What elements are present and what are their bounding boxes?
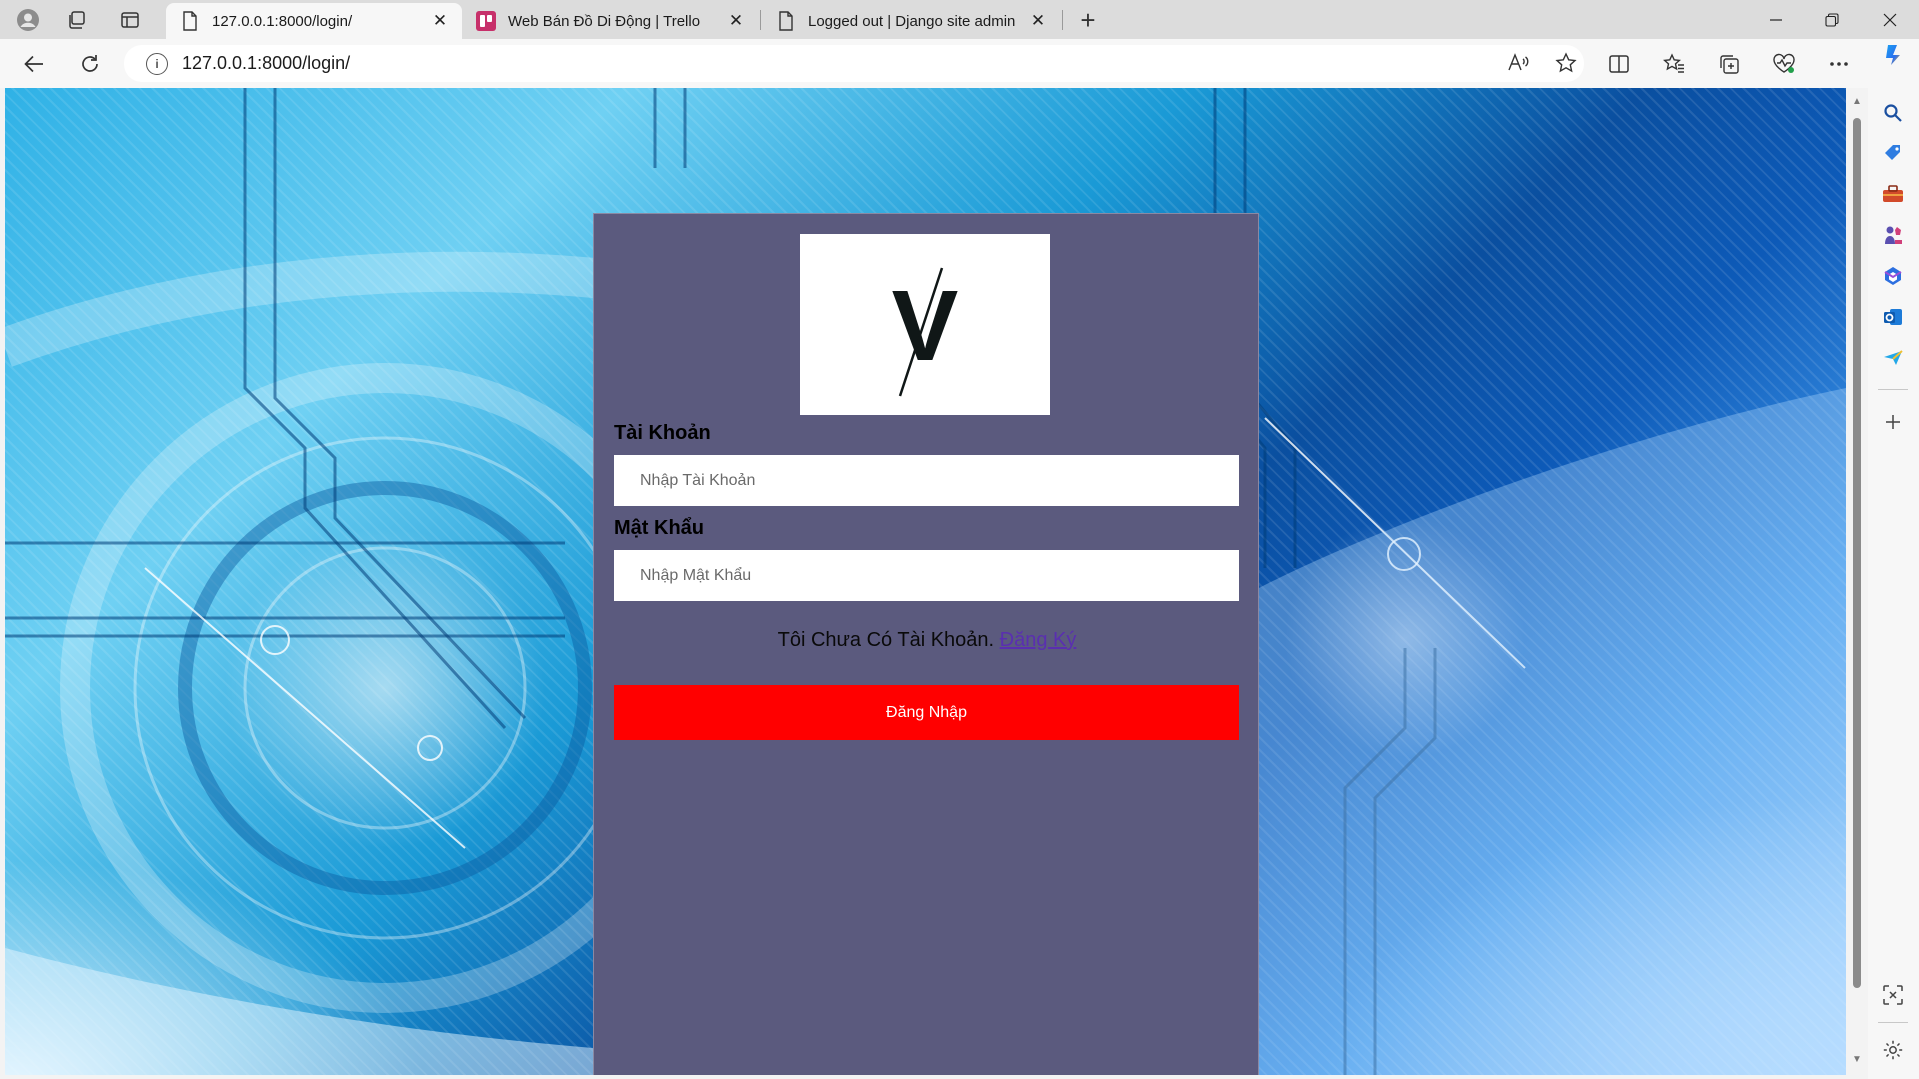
- copilot-icon[interactable]: [1877, 39, 1909, 71]
- microsoft-365-icon[interactable]: [1877, 260, 1909, 292]
- login-card: V Tài Khoản Mật Khẩu Tôi Chưa Có Tài Kho…: [593, 213, 1259, 1075]
- scroll-down-arrow-icon[interactable]: ▼: [1851, 1054, 1863, 1066]
- profile-icon[interactable]: [14, 6, 42, 34]
- browser-essentials-icon[interactable]: [1768, 48, 1800, 80]
- logo: V: [800, 234, 1050, 415]
- games-chess-icon[interactable]: [1877, 219, 1909, 251]
- trello-icon: [476, 11, 496, 31]
- scroll-up-arrow-icon[interactable]: ▲: [1851, 96, 1863, 108]
- tab-separator: [1062, 10, 1063, 30]
- svg-text:V: V: [892, 270, 959, 382]
- page-viewport: V Tài Khoản Mật Khẩu Tôi Chưa Có Tài Kho…: [5, 88, 1846, 1075]
- username-input[interactable]: [614, 455, 1239, 506]
- page-scrollbar[interactable]: ▲ ▼: [1846, 88, 1868, 1075]
- tab-separator: [760, 10, 761, 30]
- add-sidebar-app-icon[interactable]: [1877, 406, 1909, 438]
- close-window-button[interactable]: [1862, 0, 1918, 39]
- split-screen-icon[interactable]: [1603, 48, 1635, 80]
- scroll-thumb[interactable]: [1853, 118, 1861, 988]
- tab-trello[interactable]: Web Bán Đồ Di Động | Trello ✕: [462, 3, 758, 39]
- tab-title: 127.0.0.1:8000/login/: [212, 12, 353, 30]
- workspaces-icon[interactable]: [62, 6, 90, 34]
- close-icon[interactable]: ✕: [430, 11, 450, 31]
- favorites-icon[interactable]: [1658, 48, 1690, 80]
- search-icon[interactable]: [1877, 97, 1909, 129]
- no-account-text: Tôi Chưa Có Tài Khoản.: [777, 629, 1000, 651]
- refresh-button[interactable]: [74, 48, 106, 80]
- collections-icon[interactable]: [1713, 48, 1745, 80]
- site-info-icon[interactable]: i: [146, 52, 168, 75]
- read-aloud-icon[interactable]: [1502, 47, 1534, 79]
- tools-briefcase-icon[interactable]: [1877, 178, 1909, 210]
- shopping-tag-icon[interactable]: [1877, 137, 1909, 169]
- restore-button[interactable]: [1804, 0, 1860, 39]
- new-tab-button[interactable]: +: [1072, 5, 1104, 35]
- minimize-button[interactable]: [1748, 0, 1804, 39]
- password-label: Mật Khẩu: [614, 517, 704, 539]
- tab-actions-icon[interactable]: [116, 6, 144, 34]
- tab-title: Web Bán Đồ Di Động | Trello: [508, 12, 701, 30]
- password-input[interactable]: [614, 550, 1239, 601]
- more-options-icon[interactable]: [1823, 48, 1855, 80]
- register-prompt: Tôi Chưa Có Tài Khoản. Đăng Ký: [594, 629, 1260, 652]
- sidebar-divider: [1878, 389, 1908, 390]
- back-button[interactable]: [18, 48, 50, 80]
- tab-strip: 127.0.0.1:8000/login/ ✕ Web Bán Đồ Di Độ…: [0, 0, 1919, 39]
- send-drop-icon[interactable]: [1877, 342, 1909, 374]
- page-icon: [180, 11, 200, 31]
- login-button[interactable]: Đăng Nhập: [614, 685, 1239, 740]
- page-icon: [776, 11, 796, 31]
- settings-gear-icon[interactable]: [1877, 1034, 1909, 1066]
- address-bar[interactable]: i 127.0.0.1:8000/login/: [124, 45, 1584, 82]
- tab-title: Logged out | Django site admin: [808, 12, 1016, 30]
- register-link[interactable]: Đăng Ký: [1000, 629, 1077, 651]
- screenshot-icon[interactable]: [1877, 979, 1909, 1011]
- close-icon[interactable]: ✕: [1028, 11, 1048, 31]
- favorite-star-icon[interactable]: [1550, 47, 1582, 79]
- tab-django-admin[interactable]: Logged out | Django site admin ✕: [762, 3, 1060, 39]
- edge-sidebar: [1868, 39, 1919, 1079]
- outlook-icon[interactable]: [1877, 301, 1909, 333]
- close-icon[interactable]: ✕: [726, 11, 746, 31]
- url-text[interactable]: 127.0.0.1:8000/login/: [182, 53, 350, 74]
- tab-login[interactable]: 127.0.0.1:8000/login/ ✕: [166, 3, 462, 39]
- sidebar-divider: [1878, 1022, 1908, 1023]
- address-toolbar: i 127.0.0.1:8000/login/: [0, 39, 1919, 88]
- username-label: Tài Khoản: [614, 422, 711, 444]
- logo-v-icon: V: [892, 267, 959, 396]
